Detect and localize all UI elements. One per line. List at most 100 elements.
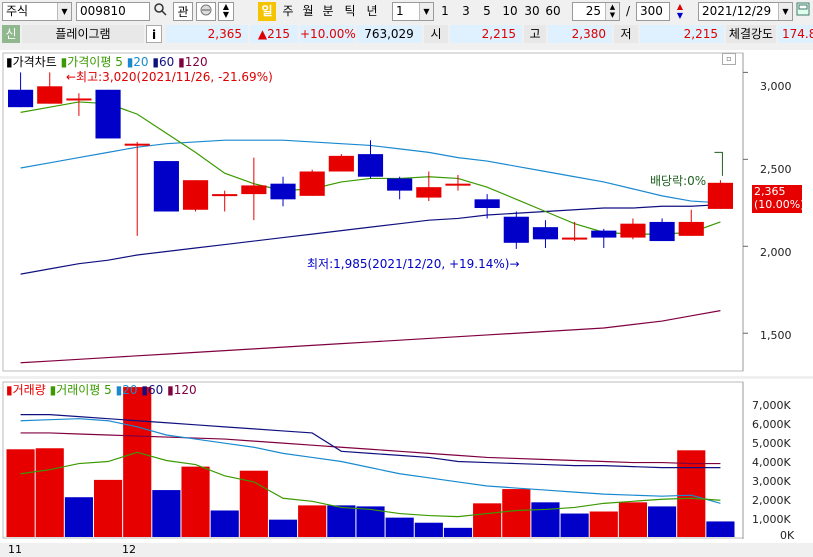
- candle-body: [591, 230, 617, 238]
- interval-label: 5: [483, 4, 491, 18]
- vol-y-tick: 3,000K: [752, 475, 791, 488]
- price-change-value: ▲215: [257, 27, 291, 41]
- panel-menu-icon[interactable]: ▫: [722, 53, 736, 65]
- candle-body: [66, 98, 92, 101]
- total-count-value: 300: [640, 4, 663, 18]
- vol-y-tick: 1,000K: [752, 513, 791, 526]
- update-arrows-icon[interactable]: ▲ ▼: [673, 2, 687, 21]
- vol-y-tick: 5,000K: [752, 437, 791, 450]
- watchlist-button[interactable]: 관: [173, 2, 193, 21]
- candle-body: [532, 227, 559, 240]
- dividend-annotation-text: 배당락:0%: [650, 174, 707, 188]
- chevron-down-icon: ▼: [778, 3, 792, 20]
- volume-bar: [648, 506, 677, 537]
- interval-30-button[interactable]: 30: [522, 2, 542, 21]
- date-select[interactable]: 2021/12/29 ▼: [698, 2, 793, 21]
- candle-body: [95, 89, 121, 139]
- price-ma-label: 가격이평: [67, 55, 112, 69]
- current-price-tag: 2,365 (10.00%): [752, 185, 805, 213]
- info-button[interactable]: i: [146, 25, 162, 43]
- candle-body: [620, 223, 646, 238]
- volume-bar: [531, 502, 560, 537]
- low-price-value: 2,215: [683, 27, 718, 41]
- y-tick: 3,000: [760, 80, 792, 93]
- interval-label: 10: [502, 4, 518, 18]
- candle-body: [387, 178, 413, 191]
- interval-5-button[interactable]: 5: [480, 2, 494, 21]
- volume-bar: [181, 466, 210, 537]
- volume-bar: [239, 470, 268, 537]
- price-chart-panel[interactable]: ▮가격차트 ▮가격이평 5 ▮20 ▮60 ▮120 ▫ ←최고:3,020(2…: [0, 50, 813, 376]
- tab-month-label: 월: [302, 4, 314, 18]
- volume-bar: [210, 510, 239, 537]
- candle-body: [37, 86, 63, 104]
- interval-3-button[interactable]: 3: [459, 2, 473, 21]
- total-count-input[interactable]: 300: [636, 2, 670, 21]
- price-chart-canvas: [2, 52, 748, 372]
- market-select[interactable]: 주식 ▼: [2, 2, 72, 21]
- volume-bar: [93, 479, 123, 537]
- volume-ma60-legend: 60: [147, 383, 164, 397]
- volume-bar: [268, 519, 298, 537]
- info-button-label: i: [151, 28, 157, 42]
- volume-ma-label: 거래이평: [56, 383, 101, 397]
- candle-body: [153, 161, 179, 212]
- volume-bar: [152, 490, 181, 537]
- high-annotation-text: ←최고:3,020(2021/11/26, -21.69%): [66, 70, 273, 84]
- tab-month[interactable]: 월: [299, 2, 317, 21]
- interval-60-button[interactable]: 60: [543, 2, 563, 21]
- current-price-value: 2,365: [207, 27, 242, 41]
- up-down-spinner[interactable]: ▲ ▼: [218, 2, 234, 21]
- volume-legend-title: 거래량: [12, 383, 46, 397]
- market-select-value: 주식: [6, 4, 29, 18]
- new-listing-badge: 신: [2, 25, 20, 43]
- interval-10-button[interactable]: 10: [500, 2, 520, 21]
- recent-icon[interactable]: [196, 2, 216, 21]
- tab-tick-label: 틱: [344, 4, 356, 18]
- candle-body: [270, 183, 296, 200]
- stock-code-input[interactable]: 009810: [76, 2, 150, 21]
- volume-bar: [385, 517, 414, 537]
- chevron-down-icon: ▼: [419, 3, 433, 20]
- tab-tick[interactable]: 틱: [341, 2, 359, 21]
- view-count-spinner[interactable]: ▲ ▼: [605, 3, 619, 20]
- y-tick: 1,500: [760, 329, 792, 342]
- search-icon[interactable]: [152, 2, 168, 21]
- volume-ma5-legend: 5: [104, 383, 112, 397]
- volume-bar: [706, 521, 735, 537]
- candle-body: [649, 221, 675, 242]
- volume-bar: [6, 449, 35, 537]
- volume-ma20-legend: 20: [122, 383, 138, 397]
- y-tick: 2,500: [760, 163, 792, 176]
- vol-y-tick: 0K: [780, 529, 795, 542]
- toolbar: 주식 ▼ 009810 관 ▲ ▼ 일 주 월 분 틱 년 1 ▼ 1 3 5 1…: [0, 0, 813, 23]
- interval-label: 30: [524, 4, 540, 18]
- candle-body: [503, 216, 529, 243]
- tab-year[interactable]: 년: [363, 2, 381, 21]
- save-image-icon[interactable]: [795, 2, 811, 21]
- vol-y-tick: 4,000K: [752, 456, 791, 469]
- tab-day[interactable]: 일: [258, 2, 276, 21]
- volume-bar: [589, 511, 618, 537]
- volume-legend: ▮거래량 ▮거래이평 5 ▮20 ▮60 ▮120: [6, 383, 197, 397]
- dividend-arrow: [714, 151, 723, 176]
- candle-body: [474, 199, 500, 209]
- interval-1-button[interactable]: 1: [438, 2, 452, 21]
- volume-bar: [560, 513, 589, 537]
- strength-label-text: 체결강도: [728, 27, 774, 41]
- volume-bar: [618, 502, 648, 537]
- volume-bar: [298, 505, 327, 537]
- tab-week[interactable]: 주: [279, 2, 297, 21]
- strength-label: 체결강도: [726, 25, 776, 43]
- view-count-input[interactable]: 25 ▲ ▼: [572, 2, 620, 21]
- volume-chart-panel[interactable]: ▮거래량 ▮거래이평 5 ▮20 ▮60 ▮120 7,000K 6,000K …: [0, 379, 813, 543]
- tab-minute[interactable]: 분: [319, 2, 337, 21]
- y-tick: 2,000: [760, 246, 792, 259]
- candle-body: [562, 237, 588, 240]
- low-price: 2,215: [640, 25, 724, 43]
- interval-select[interactable]: 1 ▼: [392, 2, 434, 21]
- dividend-annotation: 배당락:0%: [650, 172, 706, 189]
- vol-y-tick: 6,000K: [752, 418, 791, 431]
- high-label: 고: [524, 25, 546, 43]
- low-annotation: 최저:1,985(2021/12/20, +19.14%)→: [307, 255, 520, 272]
